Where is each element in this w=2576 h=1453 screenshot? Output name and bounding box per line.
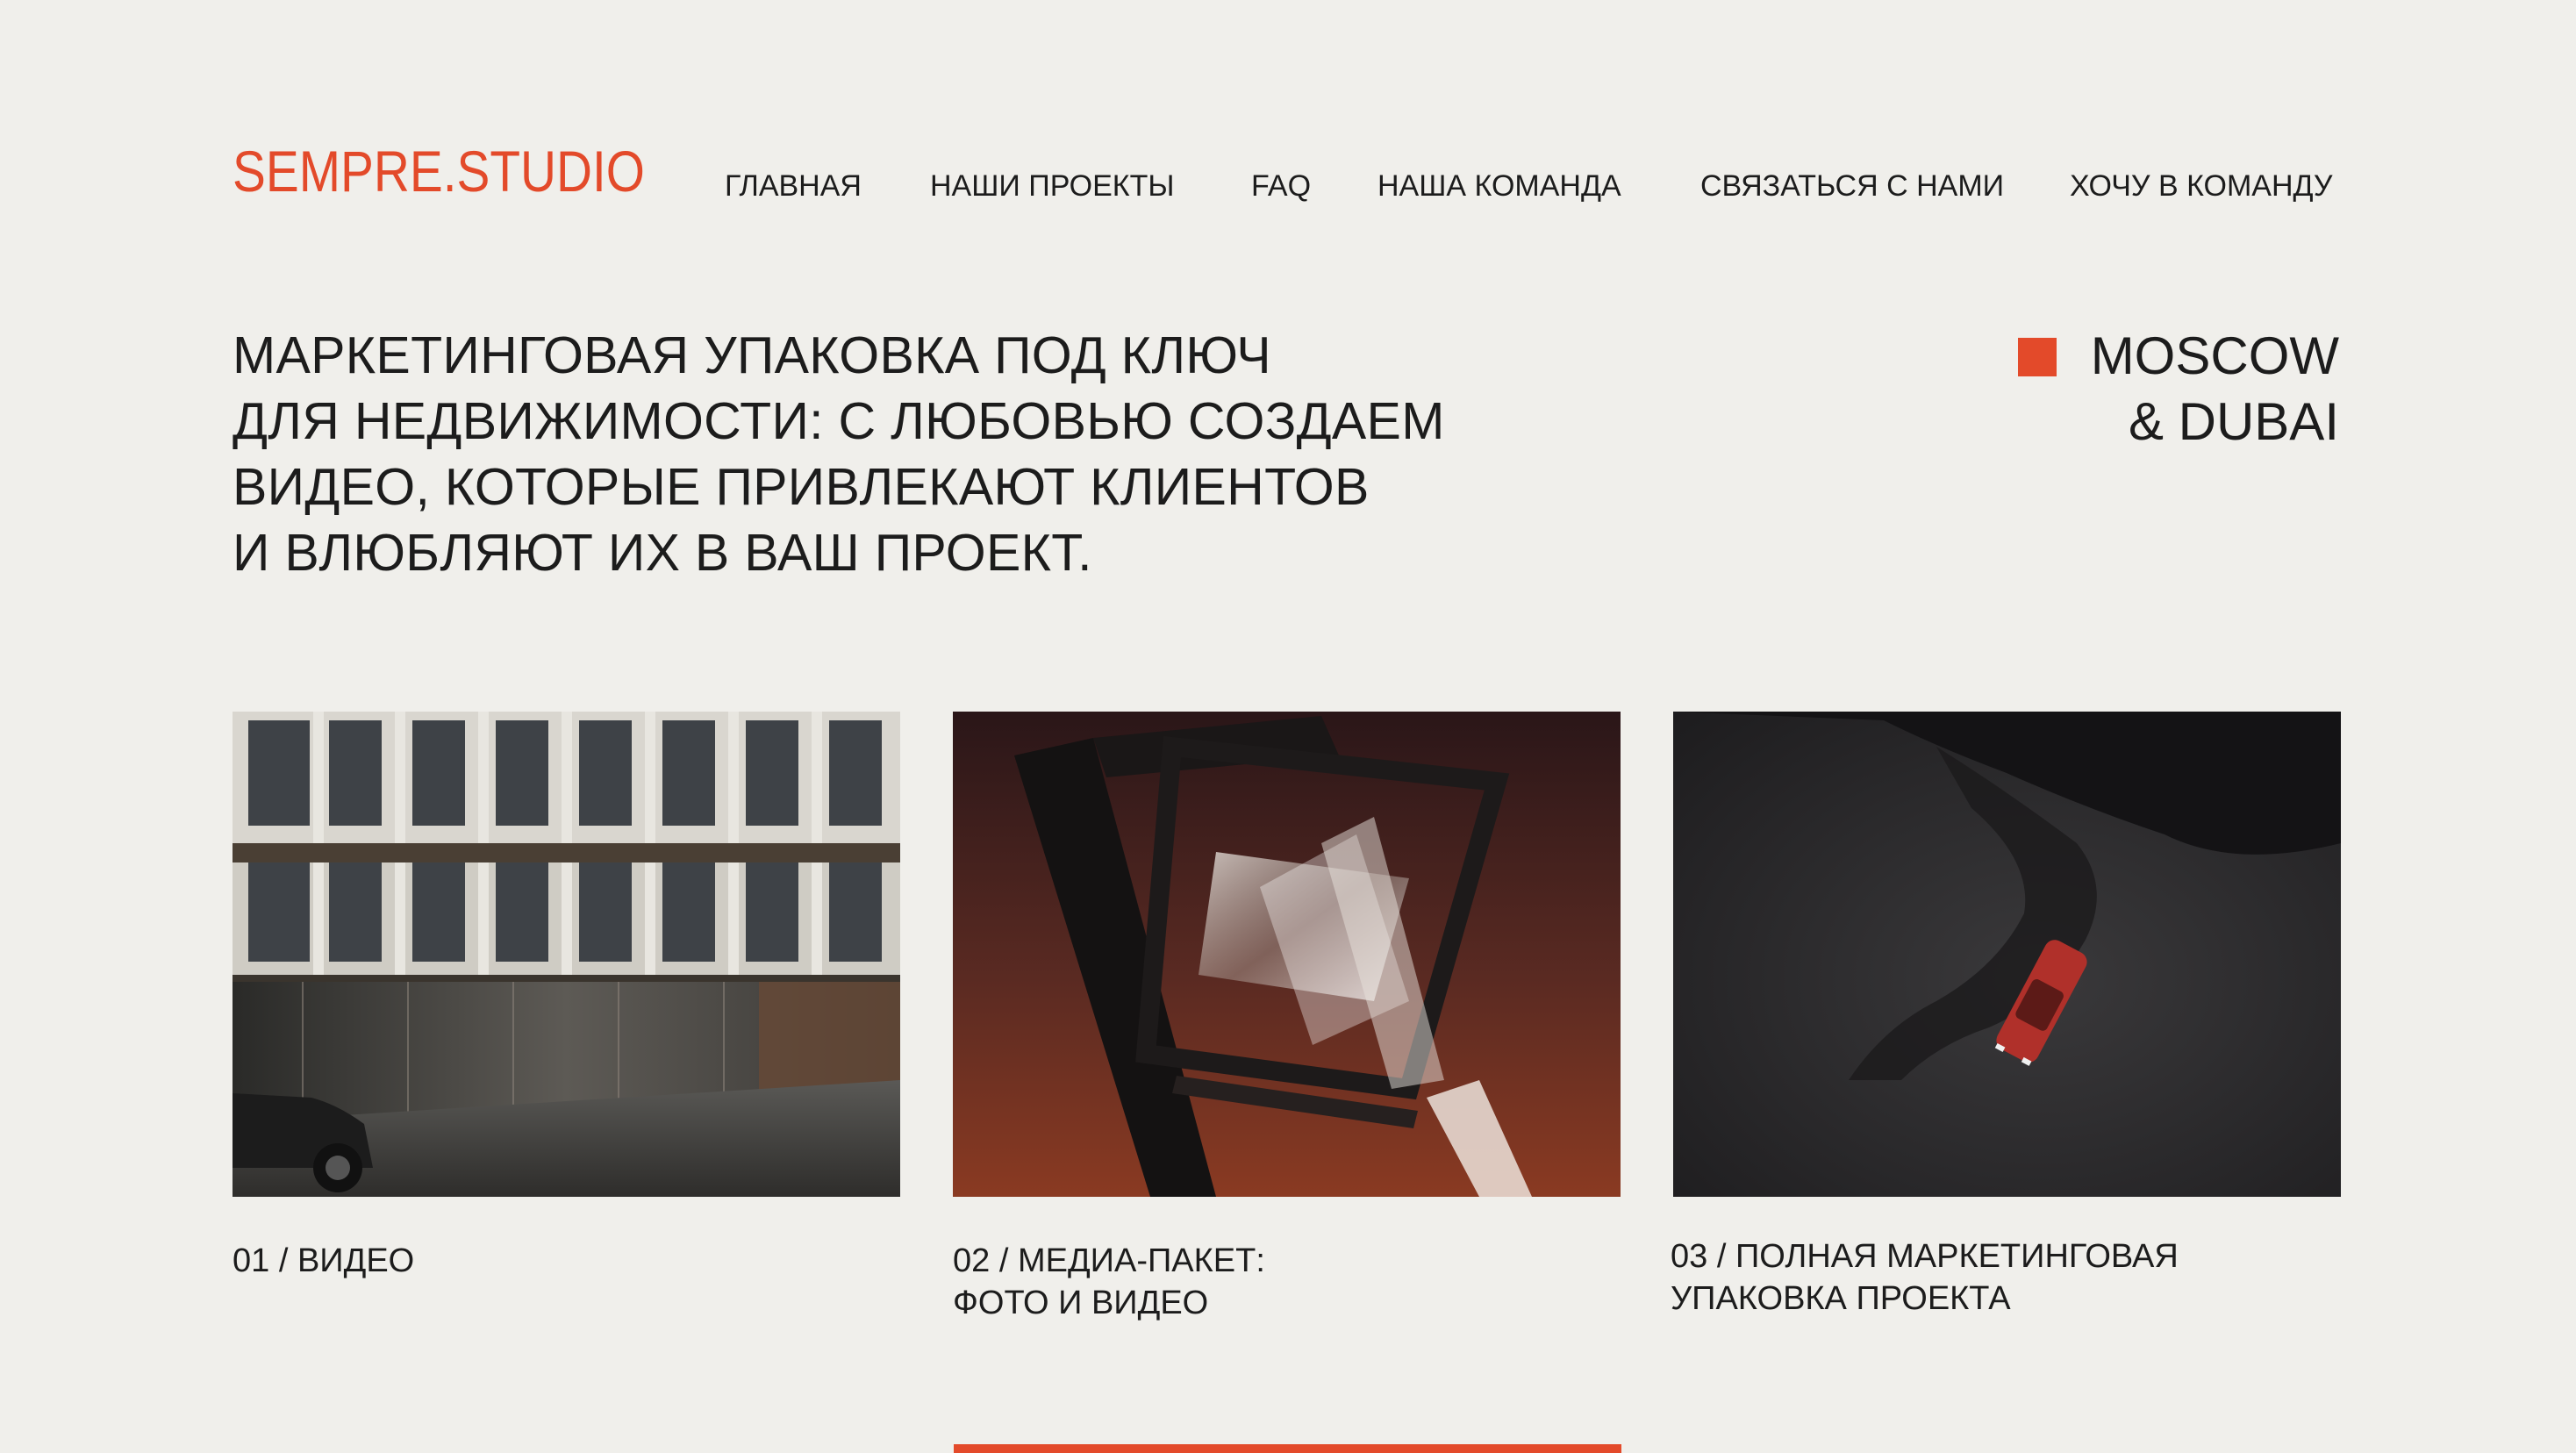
caption-line: УПАКОВКА ПРОЕКТА bbox=[1671, 1280, 2011, 1317]
location-line-1: MOSCOW bbox=[2090, 326, 2339, 385]
location-marker-icon bbox=[2018, 338, 2057, 376]
hero-line: ВИДЕО, КОТОРЫЕ ПРИВЛЕКАЮТ КЛИЕНТОВ bbox=[233, 458, 1370, 516]
caption-line: 03 / ПОЛНАЯ МАРКЕТИНГОВАЯ bbox=[1671, 1238, 2179, 1275]
hero-headline: МАРКЕТИНГОВАЯ УПАКОВКА ПОД КЛЮЧ ДЛЯ НЕДВ… bbox=[233, 323, 1445, 586]
nav-item-join-team[interactable]: ХОЧУ В КОМАНДУ bbox=[2070, 167, 2333, 205]
hero-line: И ВЛЮБЛЯЮТ ИХ В ВАШ ПРОЕКТ. bbox=[233, 524, 1092, 582]
nav-item-projects[interactable]: НАШИ ПРОЕКТЫ bbox=[930, 167, 1174, 205]
hero-line: МАРКЕТИНГОВАЯ УПАКОВКА ПОД КЛЮЧ bbox=[233, 326, 1271, 384]
main-nav: ГЛАВНАЯ НАШИ ПРОЕКТЫ FAQ НАША КОМАНДА СВ… bbox=[0, 167, 2576, 205]
service-caption-full-package[interactable]: 03 / ПОЛНАЯ МАРКЕТИНГОВАЯ УПАКОВКА ПРОЕК… bbox=[1671, 1235, 2179, 1320]
abstract-frames-image bbox=[953, 712, 1621, 1197]
caption-line: 01 / ВИДЕО bbox=[233, 1242, 415, 1279]
nav-item-faq[interactable]: FAQ bbox=[1251, 167, 1311, 205]
nav-item-team[interactable]: НАША КОМАНДА bbox=[1377, 167, 1621, 205]
building-photo bbox=[233, 712, 900, 1197]
location-line-2: & DUBAI bbox=[2128, 392, 2339, 451]
nav-item-contact[interactable]: СВЯЗАТЬСЯ С НАМИ bbox=[1700, 167, 2004, 205]
location-label: MOSCOW & DUBAI bbox=[2091, 323, 2339, 455]
nav-item-home[interactable]: ГЛАВНАЯ bbox=[725, 167, 862, 205]
cta-button-top-edge[interactable] bbox=[954, 1444, 1621, 1453]
service-card-full-package-image[interactable] bbox=[1673, 712, 2341, 1197]
caption-line: 02 / МЕДИА-ПАКЕТ: bbox=[953, 1242, 1265, 1279]
service-caption-video[interactable]: 01 / ВИДЕО bbox=[233, 1240, 414, 1282]
service-card-video-image[interactable] bbox=[233, 712, 900, 1197]
hero-line: ДЛЯ НЕДВИЖИМОСТИ: С ЛЮБОВЬЮ СОЗДАЕМ bbox=[233, 392, 1445, 450]
service-card-media-pack-image[interactable] bbox=[953, 712, 1621, 1197]
service-caption-media-pack[interactable]: 02 / МЕДИА-ПАКЕТ: ФОТО И ВИДЕО bbox=[953, 1240, 1265, 1324]
caption-line: ФОТО И ВИДЕО bbox=[953, 1285, 1209, 1321]
dark-car-aerial-image bbox=[1673, 712, 2341, 1197]
